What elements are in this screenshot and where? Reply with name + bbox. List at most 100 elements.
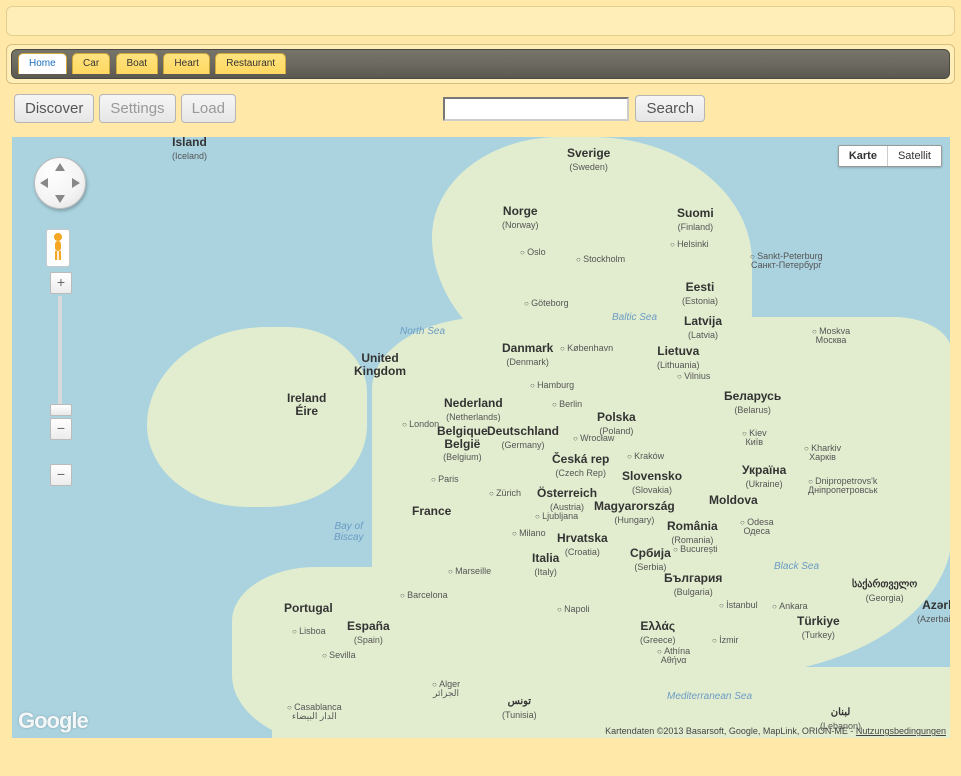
pan-left-icon[interactable] bbox=[40, 178, 48, 188]
discover-button[interactable]: Discover bbox=[14, 94, 94, 123]
pan-up-icon[interactable] bbox=[55, 163, 65, 171]
pan-control[interactable] bbox=[34, 157, 86, 209]
zoom-in-button[interactable]: + bbox=[50, 272, 72, 294]
tab-heart[interactable]: Heart bbox=[163, 53, 209, 74]
settings-button[interactable]: Settings bbox=[99, 94, 175, 123]
city-ankara: Ankara bbox=[772, 602, 808, 611]
tab-bar: Home Car Boat Heart Restaurant bbox=[11, 49, 950, 79]
city-milano: Milano bbox=[512, 529, 546, 538]
city-istanbul: İstanbul bbox=[719, 601, 758, 610]
city-hamburg: Hamburg bbox=[530, 381, 574, 390]
city-casablanca: Casablanca الدار البيضاء bbox=[287, 703, 342, 722]
country-ireland: Ireland Éire bbox=[287, 392, 326, 417]
country-hrvatska: Hrvatska(Croatia) bbox=[557, 532, 608, 557]
city-krakow: Kraków bbox=[627, 452, 664, 461]
country-belgique: Belgique België(Belgium) bbox=[437, 425, 488, 463]
city-paris: Paris bbox=[431, 475, 459, 484]
terms-link[interactable]: Nutzungsbedingungen bbox=[856, 726, 946, 736]
label-bay-biscay: Bay of Biscay bbox=[334, 522, 363, 543]
city-berlin: Berlin bbox=[552, 400, 582, 409]
city-bucuresti: București bbox=[673, 545, 718, 554]
label-black-sea: Black Sea bbox=[774, 562, 819, 573]
city-helsinki: Helsinki bbox=[670, 240, 709, 249]
city-stockholm: Stockholm bbox=[576, 255, 625, 264]
country-georgia: საქართველო(Georgia) bbox=[852, 577, 917, 603]
search-button[interactable]: Search bbox=[635, 95, 705, 122]
zoom-out-extra-button[interactable]: − bbox=[50, 464, 72, 486]
label-north-sea: North Sea bbox=[400, 327, 445, 338]
map-type-karte[interactable]: Karte bbox=[839, 146, 887, 166]
city-kharkiv: Kharkiv Харків bbox=[804, 444, 841, 463]
tab-restaurant[interactable]: Restaurant bbox=[215, 53, 286, 74]
country-portugal: Portugal bbox=[284, 602, 333, 615]
city-zurich: Zürich bbox=[489, 489, 521, 498]
search-area: Search bbox=[443, 95, 705, 122]
zoom-thumb[interactable] bbox=[50, 404, 72, 416]
country-ceska: Česká rep(Czech Rep) bbox=[552, 453, 609, 478]
country-bulgaria: България(Bulgaria) bbox=[664, 572, 722, 597]
city-wroclaw: Wrocław bbox=[573, 434, 614, 443]
city-moskva: Moskva Москва bbox=[812, 327, 850, 346]
country-slovensko: Slovensko(Slovakia) bbox=[622, 470, 682, 495]
city-vilnius: Vilnius bbox=[677, 372, 710, 381]
tab-boat[interactable]: Boat bbox=[116, 53, 159, 74]
tab-car[interactable]: Car bbox=[72, 53, 110, 74]
country-nederland: Nederland(Netherlands) bbox=[444, 397, 503, 422]
label-baltic-sea: Baltic Sea bbox=[612, 313, 657, 324]
pan-down-icon[interactable] bbox=[55, 195, 65, 203]
land-uk bbox=[147, 327, 367, 507]
zoom-slider[interactable] bbox=[58, 296, 62, 416]
tab-panel: Home Car Boat Heart Restaurant bbox=[6, 44, 955, 84]
country-ellada: Ελλάς(Greece) bbox=[640, 620, 676, 645]
map-canvas[interactable]: North Sea Baltic Sea Bay of Biscay Medit… bbox=[12, 137, 950, 738]
pegman-control[interactable] bbox=[46, 229, 70, 267]
country-deutschland: Deutschland(Germany) bbox=[487, 425, 559, 450]
city-london: London bbox=[402, 420, 439, 429]
city-marseille: Marseille bbox=[448, 567, 491, 576]
header-panel bbox=[6, 6, 955, 36]
map-type-control: Karte Satellit bbox=[838, 145, 942, 167]
country-moldova: Moldova bbox=[709, 494, 758, 507]
google-logo: Google bbox=[18, 708, 88, 734]
zoom-out-button[interactable]: − bbox=[50, 418, 72, 440]
country-romania: România(Romania) bbox=[667, 520, 718, 545]
country-france: France bbox=[412, 505, 451, 518]
zoom-control: + − − bbox=[50, 272, 70, 486]
tab-home[interactable]: Home bbox=[18, 53, 67, 74]
load-button[interactable]: Load bbox=[181, 94, 236, 123]
city-barcelona: Barcelona bbox=[400, 591, 448, 600]
attribution-text: Kartendaten ©2013 Basarsoft, Google, Map… bbox=[605, 726, 856, 736]
city-sevilla: Sevilla bbox=[322, 651, 356, 660]
country-suomi: Suomi(Finland) bbox=[677, 207, 714, 232]
map-type-satellit[interactable]: Satellit bbox=[887, 146, 941, 166]
country-ukraina: Україна(Ukraine) bbox=[742, 464, 786, 489]
city-spb: Sankt-Peterburg Санкт-Петербург bbox=[750, 252, 823, 271]
map-attribution: Kartendaten ©2013 Basarsoft, Google, Map… bbox=[605, 726, 946, 736]
city-kiev: Kiev Київ bbox=[742, 429, 767, 448]
city-athina: Athína Αθήνα bbox=[657, 647, 690, 666]
country-eesti: Eesti(Estonia) bbox=[682, 281, 718, 306]
country-iceland: Ísland(Iceland) bbox=[172, 137, 207, 161]
country-lietuva: Lietuva(Lithuania) bbox=[657, 345, 700, 370]
country-azerb: Azərb(Azerbaijar bbox=[917, 599, 950, 624]
country-norge: Norge(Norway) bbox=[502, 205, 539, 230]
city-izmir: İzmir bbox=[712, 636, 739, 645]
city-dnipro: Dnipropetrovs'k Дніпропетровськ bbox=[808, 477, 877, 496]
country-turkiye: Türkiye(Turkey) bbox=[797, 615, 840, 640]
pan-right-icon[interactable] bbox=[72, 178, 80, 188]
country-latvija: Latvija(Latvia) bbox=[684, 315, 722, 340]
country-belarus: Беларусь(Belarus) bbox=[724, 390, 781, 415]
city-kobenhavn: København bbox=[560, 344, 613, 353]
label-mediterranean: Mediterranean Sea bbox=[667, 692, 752, 703]
city-odesa: Odesa Одеса bbox=[740, 518, 774, 537]
search-input[interactable] bbox=[443, 97, 629, 121]
toolbar: Discover Settings Load Search bbox=[0, 84, 961, 127]
city-oslo: Oslo bbox=[520, 248, 546, 257]
country-uk: United Kingdom bbox=[354, 352, 406, 377]
country-danmark: Danmark(Denmark) bbox=[502, 342, 553, 367]
country-osterreich: Österreich(Austria) bbox=[537, 487, 597, 512]
city-alger: Alger الجزائر bbox=[432, 680, 460, 699]
pegman-icon bbox=[49, 232, 67, 262]
country-sverige: Sverige(Sweden) bbox=[567, 147, 610, 172]
country-italia: Italia(Italy) bbox=[532, 552, 559, 577]
